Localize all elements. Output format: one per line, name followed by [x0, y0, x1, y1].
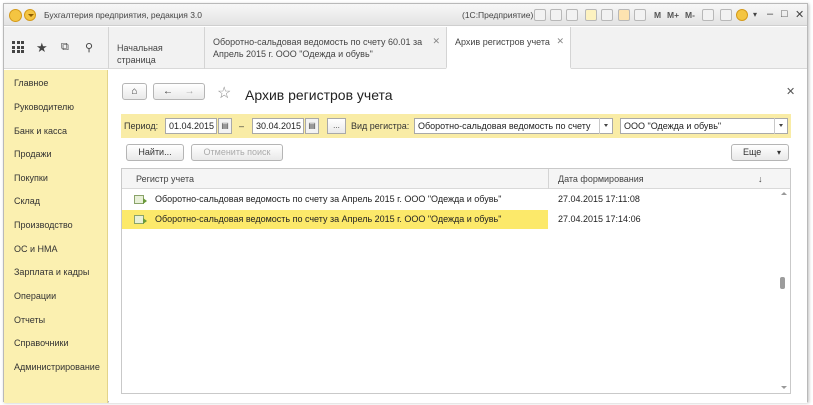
- more-button[interactable]: Еще ▾: [731, 144, 789, 161]
- filter-bar: Период: 01.04.2015 ▤ – 30.04.2015 ▤ ... …: [121, 114, 791, 138]
- register-type-label: Вид регистра:: [351, 121, 410, 131]
- table-row-selected[interactable]: Оборотно-сальдовая ведомость по счету за…: [122, 210, 778, 229]
- row-register: Оборотно-сальдовая ведомость по счету за…: [155, 194, 502, 204]
- registers-table: Регистр учета Дата формирования ↓ Оборот…: [121, 168, 791, 394]
- sidebar-item-production[interactable]: Производство: [14, 220, 73, 230]
- table-header: Регистр учета Дата формирования ↓: [122, 169, 790, 189]
- sort-arrow-icon: ↓: [758, 174, 763, 184]
- chevron-down-icon: ▾: [776, 148, 781, 157]
- memory-subtract-button[interactable]: M-: [685, 10, 695, 20]
- search-history-icon[interactable]: [566, 9, 578, 21]
- sidebar-item-purchases[interactable]: Покупки: [14, 173, 48, 183]
- app-window: Бухгалтерия предприятия, редакция 3.0 (1…: [3, 3, 808, 403]
- navigation-bar: ★ ⧉ ⚲ Начальная страница Оборотно-сальдо…: [4, 27, 807, 69]
- arrow-right-icon[interactable]: →: [185, 86, 195, 97]
- sidebar-item-fixed-assets[interactable]: ОС и НМА: [14, 244, 58, 254]
- save-icon[interactable]: [634, 9, 646, 21]
- history-icon[interactable]: [601, 9, 613, 21]
- info-icon[interactable]: [736, 9, 748, 21]
- table-scrollbar[interactable]: [778, 189, 790, 393]
- favorites-icon[interactable]: [585, 9, 597, 21]
- sidebar-item-sales[interactable]: Продажи: [14, 149, 52, 159]
- sidebar-item-bank[interactable]: Банк и касса: [14, 126, 67, 136]
- main-content: ⌂ ← → ☆ Архив регистров учета ✕ Период: …: [109, 70, 807, 403]
- scroll-thumb[interactable]: [780, 277, 785, 289]
- tab-home[interactable]: Начальная страница: [108, 27, 204, 69]
- title-bar: Бухгалтерия предприятия, редакция 3.0 (1…: [4, 4, 807, 26]
- table-row[interactable]: Оборотно-сальдовая ведомость по счету за…: [122, 190, 778, 209]
- sections-sidebar: Главное Руководителю Банк и касса Продаж…: [4, 70, 108, 403]
- calculator-icon[interactable]: [550, 9, 562, 21]
- cancel-search-button[interactable]: Отменить поиск: [191, 144, 283, 161]
- chevron-down-icon[interactable]: [774, 118, 787, 134]
- sidebar-item-reports[interactable]: Отчеты: [14, 315, 45, 325]
- column-divider[interactable]: [548, 169, 549, 189]
- register-type-select[interactable]: Оборотно-сальдовая ведомость по счету: [414, 118, 613, 134]
- sections-menu-icon[interactable]: [12, 41, 24, 53]
- platform-name: (1С:Предприятие): [462, 10, 534, 20]
- date-from-field[interactable]: 01.04.2015: [165, 118, 217, 134]
- close-icon[interactable]: ✕: [556, 35, 564, 47]
- window-title: Бухгалтерия предприятия, редакция 3.0: [44, 10, 203, 20]
- column-header-register[interactable]: Регистр учета: [136, 174, 194, 184]
- home-icon: ⌂: [131, 86, 138, 97]
- tab-report-60-01[interactable]: Оборотно-сальдовая ведомость по счету 60…: [204, 27, 446, 69]
- history-list-icon[interactable]: ⧉: [61, 41, 69, 54]
- sidebar-item-operations[interactable]: Операции: [14, 291, 56, 301]
- chevron-down-icon[interactable]: ▾: [753, 10, 757, 19]
- tab-label: Архив регистров учета: [455, 37, 550, 47]
- sidebar-item-payroll[interactable]: Зарплата и кадры: [14, 267, 89, 277]
- print-icon[interactable]: [618, 9, 630, 21]
- minimize-icon[interactable]: –: [767, 8, 773, 20]
- calendar-icon[interactable]: ▤: [218, 118, 232, 134]
- tab-registers-archive[interactable]: Архив регистров учета ✕: [446, 27, 571, 69]
- column-header-date[interactable]: Дата формирования: [558, 174, 644, 184]
- arrow-left-icon[interactable]: ←: [163, 86, 173, 97]
- scroll-down-icon[interactable]: [781, 386, 787, 389]
- date-to-field[interactable]: 30.04.2015: [252, 118, 304, 134]
- search-icon[interactable]: ⚲: [85, 41, 93, 54]
- favorite-star-icon[interactable]: ☆: [217, 83, 231, 103]
- close-form-icon[interactable]: ✕: [786, 85, 795, 98]
- home-button[interactable]: ⌂: [122, 83, 147, 100]
- sidebar-item-administration[interactable]: Администрирование: [14, 362, 100, 372]
- main-menu-icon[interactable]: [24, 9, 36, 21]
- period-dash: –: [239, 121, 245, 131]
- sidebar-item-catalogs[interactable]: Справочники: [14, 338, 69, 348]
- row-date: 27.04.2015 17:14:06: [558, 214, 641, 224]
- close-window-icon[interactable]: ✕: [795, 8, 804, 21]
- sidebar-item-director[interactable]: Руководителю: [14, 102, 74, 112]
- organization-select[interactable]: ООО "Одежда и обувь": [620, 118, 788, 134]
- back-forward-buttons[interactable]: ← →: [153, 83, 205, 100]
- period-select-button[interactable]: ...: [327, 118, 346, 134]
- calendar-icon[interactable]: ▤: [305, 118, 319, 134]
- calendar-icon[interactable]: [534, 9, 546, 21]
- row-register: Оборотно-сальдовая ведомость по счету за…: [155, 214, 502, 224]
- register-document-icon: [134, 215, 147, 224]
- close-icon[interactable]: ✕: [432, 35, 440, 47]
- chevron-down-icon[interactable]: [599, 118, 612, 134]
- period-label: Период:: [124, 121, 159, 131]
- sidebar-item-warehouse[interactable]: Склад: [14, 196, 40, 206]
- scroll-up-icon[interactable]: [781, 192, 787, 195]
- page-title: Архив регистров учета: [245, 87, 393, 103]
- link-icon[interactable]: [720, 9, 732, 21]
- app-logo-icon: [9, 9, 22, 22]
- memory-button[interactable]: M: [654, 10, 661, 20]
- sidebar-item-main[interactable]: Главное: [14, 78, 48, 88]
- tab-label: Начальная страница: [117, 43, 163, 65]
- tab-label: Оборотно-сальдовая ведомость по счету 60…: [213, 37, 423, 59]
- row-date: 27.04.2015 17:11:08: [558, 194, 640, 204]
- maximize-icon[interactable]: □: [781, 8, 788, 20]
- more-label: Еще: [743, 147, 762, 157]
- find-button[interactable]: Найти...: [126, 144, 184, 161]
- memory-add-button[interactable]: M+: [667, 10, 679, 20]
- register-document-icon: [134, 195, 147, 204]
- zoom-icon[interactable]: [702, 9, 714, 21]
- star-icon[interactable]: ★: [36, 40, 48, 56]
